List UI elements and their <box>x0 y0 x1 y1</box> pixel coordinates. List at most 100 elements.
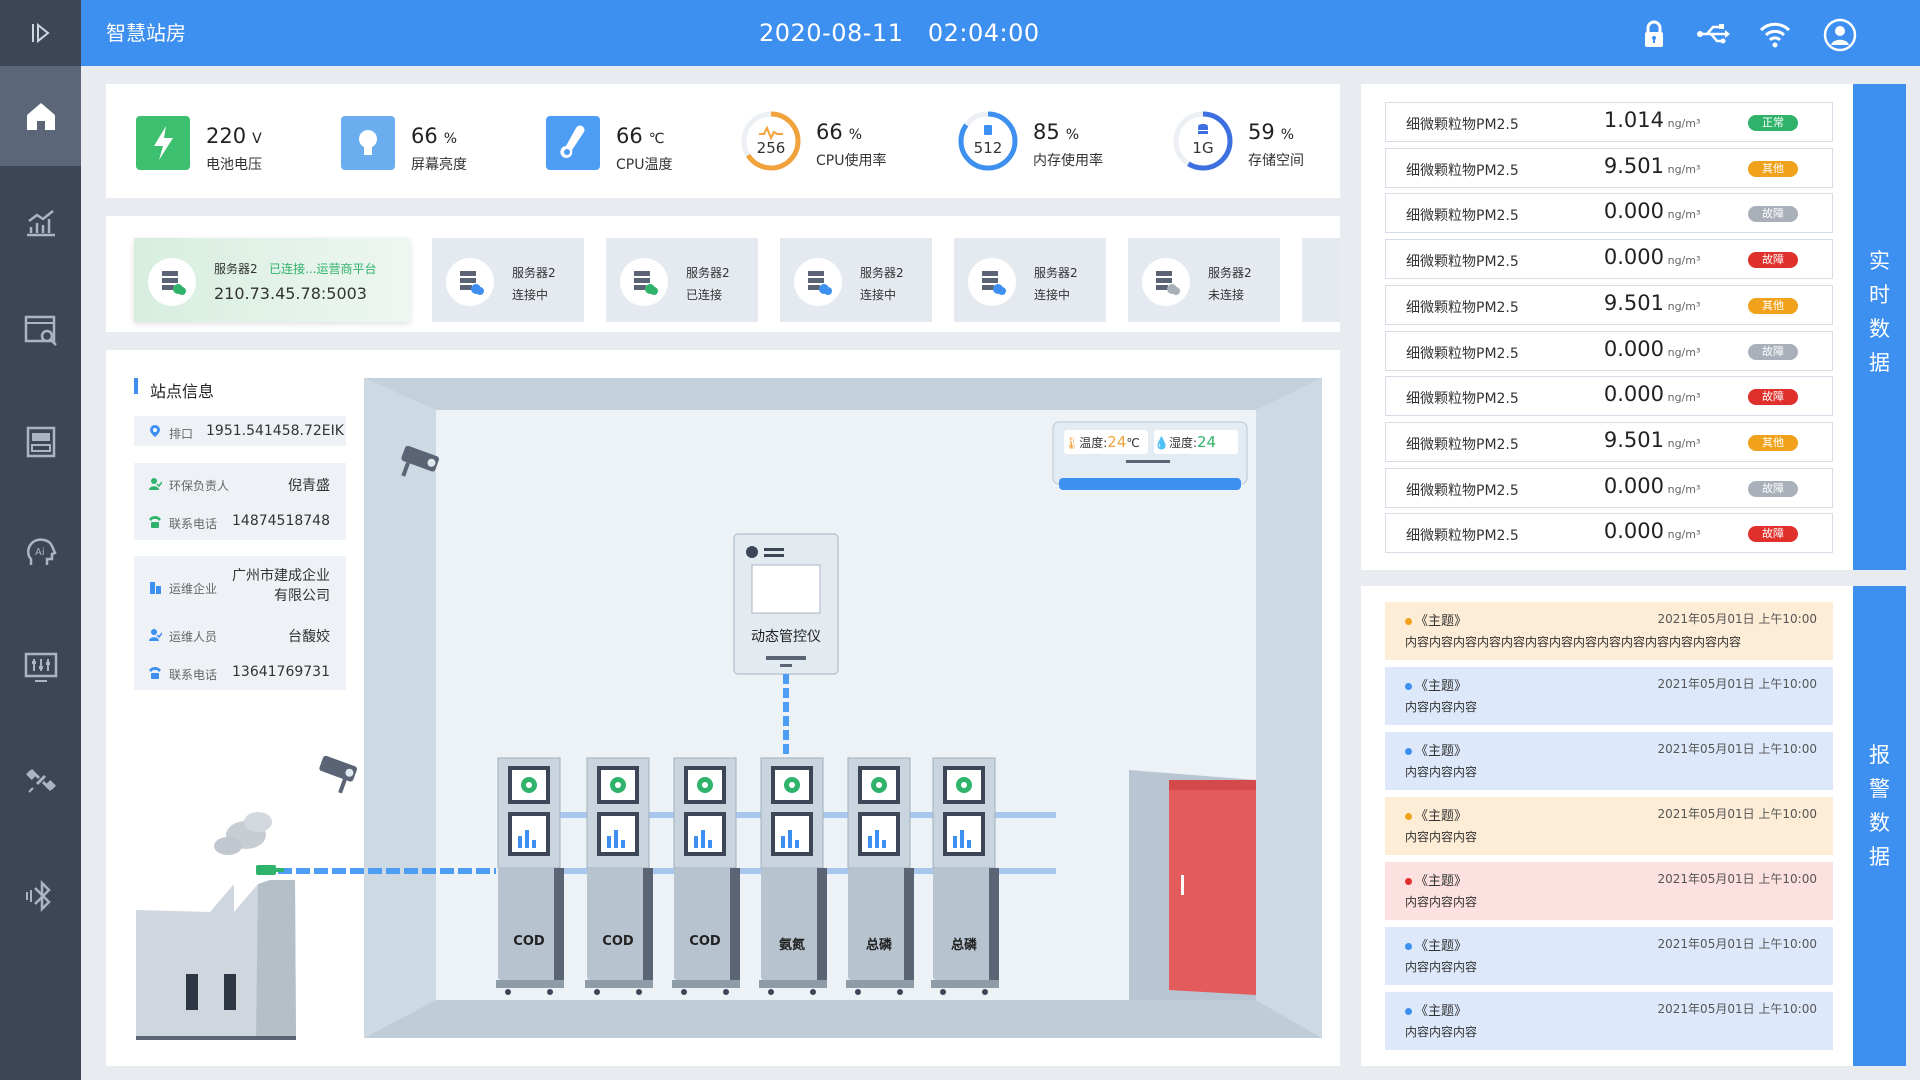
server-panel: 服务器2 已连接...运营商平台 210.73.45.78:5003 服务器2 … <box>106 216 1340 332</box>
server-icon-circle <box>968 258 1016 306</box>
status-badge: 故障 <box>1748 389 1798 406</box>
controller-label: 动态管控仪 <box>751 629 821 645</box>
cabinet-label: 总磷 <box>865 938 892 953</box>
realtime-row[interactable]: 细微颗粒物PM2.5 0.000 ng/m³ 故障 <box>1385 513 1833 554</box>
server-card-4[interactable]: 服务器2 连接中 <box>780 238 932 322</box>
realtime-row[interactable]: 细微颗粒物PM2.5 0.000 ng/m³ 故障 <box>1385 193 1833 234</box>
nav-devices[interactable] <box>0 617 81 717</box>
brightness-label: 屏幕亮度 <box>411 157 467 173</box>
memory-usage-value: 85% <box>1033 120 1080 144</box>
server-card-3[interactable]: 服务器2 已连接 <box>606 238 758 322</box>
tab-char: 数 <box>1869 811 1890 835</box>
nav-home[interactable] <box>0 66 81 166</box>
status-badge: 其他 <box>1748 434 1798 451</box>
alarm-item[interactable]: 《主题》 2021年05月01日 上午10:00 内容内容内容 <box>1385 667 1833 725</box>
svg-text:1G: 1G <box>1192 139 1213 157</box>
alarm-item[interactable]: 《主题》 2021年05月01日 上午10:00 内容内容内容内容内容内容内容内容内… <box>1385 602 1833 660</box>
tab-char: 时 <box>1869 283 1890 307</box>
analyzer-cabinet <box>846 757 914 995</box>
alarm-item[interactable]: 《主题》 2021年05月01日 上午10:00 内容内容内容 <box>1385 992 1833 1050</box>
alarm-item[interactable]: 《主题》 2021年05月01日 上午10:00 内容内容内容 <box>1385 732 1833 790</box>
alarm-title: 《主题》 <box>1405 675 1467 694</box>
server-card-2[interactable]: 服务器2 连接中 <box>432 238 584 322</box>
server-status: 已连接 <box>686 288 723 302</box>
alarm-item[interactable]: 《主题》 2021年05月01日 上午10:00 内容内容内容 <box>1385 927 1833 985</box>
factory-illustration <box>136 812 296 1040</box>
realtime-row[interactable]: 细微颗粒物PM2.5 9.501 ng/m³ 其他 <box>1385 147 1833 188</box>
server-status: 连接中 <box>512 288 549 302</box>
realtime-row[interactable]: 细微颗粒物PM2.5 9.501 ng/m³ 其他 <box>1385 284 1833 325</box>
tab-char: 数 <box>1869 317 1890 341</box>
usb-button[interactable] <box>1695 18 1730 50</box>
alarm-content: 内容内容内容内容内容内容内容内容内容内容内容内容内容内容 <box>1405 635 1742 649</box>
tab-char: 实 <box>1869 249 1890 273</box>
bluetooth-icon <box>25 879 51 913</box>
server-card-5[interactable]: 服务器2 连接中 <box>954 238 1106 322</box>
alarm-date: 2021年05月01日 上午10:00 <box>1657 937 1817 951</box>
pollutant-unit: ng/m³ <box>1667 528 1701 542</box>
realtime-row[interactable]: 细微颗粒物PM2.5 0.000 ng/m³ 故障 <box>1385 330 1833 371</box>
nav-satellite[interactable] <box>0 730 81 830</box>
analyzer-cabinet <box>585 757 653 995</box>
realtime-row[interactable]: 细微颗粒物PM2.5 0.000 ng/m³ 故障 <box>1385 467 1833 508</box>
cpu-temp-badge <box>546 116 600 170</box>
server-icon-circle <box>148 258 196 306</box>
sidebar: Ai <box>0 0 81 1080</box>
server-status: 连接中 <box>860 288 897 302</box>
pollutant-value: 1.014 <box>1603 108 1664 132</box>
alarm-data-tab[interactable]: 报警数据 <box>1853 586 1906 1066</box>
pollutant-name: 细微颗粒物PM2.5 <box>1406 436 1519 453</box>
memory-usage-ring: 512 <box>958 111 1018 171</box>
usb-icon <box>1697 24 1730 44</box>
nav-cabinet[interactable] <box>0 392 81 492</box>
bulb-icon <box>359 130 377 155</box>
pollutant-unit: ng/m³ <box>1667 208 1701 222</box>
realtime-row[interactable]: 细微颗粒物PM2.5 9.501 ng/m³ 其他 <box>1385 421 1833 462</box>
brightness-value: 66% <box>411 124 458 148</box>
realtime-row[interactable]: 细微颗粒物PM2.5 0.000 ng/m³ 故障 <box>1385 239 1833 280</box>
server-card-6[interactable]: 服务器2 未连接 <box>1128 238 1280 322</box>
camera-icon <box>319 755 357 794</box>
status-badge: 其他 <box>1748 297 1798 314</box>
nav-ai[interactable]: Ai <box>0 503 81 603</box>
user-button[interactable] <box>1823 18 1857 52</box>
analyzer-cabinet <box>759 757 827 995</box>
server-cloud-icon <box>634 271 658 295</box>
monitor-search-icon <box>24 315 57 346</box>
cpu-usage-value: 66% <box>816 120 863 144</box>
expand-sidebar-button[interactable] <box>0 0 81 66</box>
alarm-title: 《主题》 <box>1405 935 1467 954</box>
lock-button[interactable] <box>1638 18 1670 50</box>
pollutant-name: 细微颗粒物PM2.5 <box>1406 208 1519 225</box>
pollutant-unit: ng/m³ <box>1667 436 1701 450</box>
wifi-button[interactable] <box>1757 18 1791 50</box>
pollutant-value: 0.000 <box>1603 519 1664 544</box>
alarm-item[interactable]: 《主题》 2021年05月01日 上午10:00 内容内容内容 <box>1385 862 1833 920</box>
nav-statistics[interactable] <box>0 173 81 273</box>
alarm-item[interactable]: 《主题》 2021年05月01日 上午10:00 内容内容内容 <box>1385 797 1833 855</box>
memory-chip-icon <box>984 125 992 135</box>
realtime-row[interactable]: 细微颗粒物PM2.5 0.000 ng/m³ 故障 <box>1385 376 1833 417</box>
device-status-panel: 220 V 电池电压 66% 屏幕亮度 66 ℃ CPU温度 256 66% CPU… <box>106 84 1340 198</box>
alarm-date: 2021年05月01日 上午10:00 <box>1657 677 1817 691</box>
status-badge: 故障 <box>1748 343 1798 360</box>
realtime-data-tab[interactable]: 实时数据 <box>1853 84 1906 570</box>
alarm-title: 《主题》 <box>1405 870 1467 889</box>
nav-bluetooth[interactable] <box>0 846 81 946</box>
right-wall <box>1256 378 1322 1038</box>
server-cloud-icon <box>808 271 832 295</box>
cpu-temp-value: 66 ℃ <box>616 124 665 148</box>
realtime-row[interactable]: 细微颗粒物PM2.5 1.014 ng/m³ 正常 <box>1385 102 1833 142</box>
server-status: 连接中 <box>1034 288 1071 302</box>
server-card-partial[interactable] <box>1302 238 1340 322</box>
alarm-date: 2021年05月01日 上午10:00 <box>1657 872 1817 886</box>
storage-label: 存储空间 <box>1248 153 1304 169</box>
alarm-dot <box>1405 1008 1412 1015</box>
svg-text:Ai: Ai <box>35 547 45 558</box>
battery-voltage-label: 电池电压 <box>206 157 262 173</box>
server-card-active[interactable]: 服务器2 已连接...运营商平台 210.73.45.78:5003 <box>134 238 410 322</box>
nav-monitor[interactable] <box>0 280 81 380</box>
thermometer-icon <box>560 125 585 158</box>
alarm-title: 《主题》 <box>1405 740 1467 759</box>
pollutant-unit: ng/m³ <box>1667 162 1701 176</box>
